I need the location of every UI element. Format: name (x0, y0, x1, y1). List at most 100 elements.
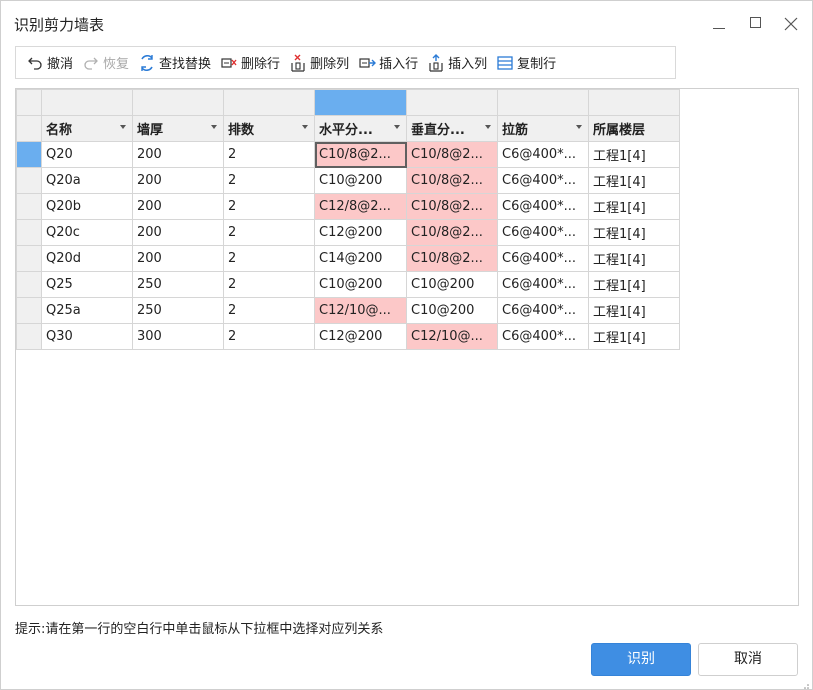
table-cell[interactable]: C6@400*... (497, 271, 589, 298)
table-cell[interactable]: 2 (223, 245, 315, 272)
delete-column-button[interactable]: 删除列 (285, 50, 353, 76)
insert-column-button[interactable]: 插入列 (423, 50, 491, 76)
table-row[interactable]: Q20d 200 2 C14@200 C10/8@2... C6@400*... 工程1[4… (16, 245, 680, 272)
table-cell[interactable]: 工程1[4] (588, 297, 680, 324)
column-selector-cell[interactable] (132, 89, 224, 116)
close-icon[interactable] (777, 11, 805, 37)
table-cell[interactable]: C12/10@... (314, 297, 407, 324)
table-row[interactable]: Q20c 200 2 C12@200 C10/8@2... C6@400*... 工程1[4… (16, 219, 680, 246)
table-cell[interactable]: 2 (223, 323, 315, 350)
table-cell[interactable]: Q20c (41, 219, 133, 246)
row-header[interactable] (16, 219, 42, 246)
table-cell[interactable]: 2 (223, 219, 315, 246)
column-header[interactable]: 垂直分... (406, 115, 498, 142)
table-cell[interactable]: C12/8@2... (314, 193, 407, 220)
dropdown-arrow-icon[interactable] (485, 125, 491, 129)
table-cell[interactable]: Q20a (41, 167, 133, 194)
insert-row-button[interactable]: 插入行 (354, 50, 422, 76)
table-cell[interactable]: C6@400*... (497, 141, 589, 168)
table-cell[interactable]: Q25 (41, 271, 133, 298)
table-cell[interactable]: C10@200 (406, 271, 498, 298)
table-cell[interactable]: Q20 (41, 141, 133, 168)
table-cell[interactable]: C6@400*... (497, 245, 589, 272)
dropdown-arrow-icon[interactable] (120, 125, 126, 129)
column-selector-cell[interactable] (314, 89, 407, 116)
table-cell[interactable]: 200 (132, 219, 224, 246)
table-cell[interactable]: 2 (223, 193, 315, 220)
cancel-button[interactable]: 取消 (698, 643, 798, 676)
table-cell[interactable]: 工程1[4] (588, 167, 680, 194)
row-header[interactable] (16, 167, 42, 194)
table-row[interactable]: Q20b 200 2 C12/8@2... C10/8@2... C6@400*... 工程… (16, 193, 680, 220)
table-cell[interactable]: 工程1[4] (588, 193, 680, 220)
table-cell[interactable]: C10@200 (314, 271, 407, 298)
maximize-icon[interactable] (742, 11, 770, 37)
table-cell[interactable]: Q20d (41, 245, 133, 272)
column-selector-cell[interactable] (41, 89, 133, 116)
column-header[interactable]: 拉筋 (497, 115, 589, 142)
column-header[interactable]: 墙厚 (132, 115, 224, 142)
table-cell[interactable]: 200 (132, 245, 224, 272)
table-cell[interactable]: C12/10@... (406, 323, 498, 350)
table-cell[interactable]: C6@400*... (497, 323, 589, 350)
table-cell[interactable]: C14@200 (314, 245, 407, 272)
column-header[interactable]: 排数 (223, 115, 315, 142)
table-cell[interactable]: C6@400*... (497, 167, 589, 194)
table-row[interactable]: Q25a 250 2 C12/10@... C10@200 C6@400*... 工程1[4… (16, 297, 680, 324)
table-cell[interactable]: C10/8@2... (406, 141, 498, 168)
table-cell[interactable]: 250 (132, 297, 224, 324)
minimize-icon[interactable] (705, 11, 733, 37)
table-cell[interactable]: 工程1[4] (588, 141, 680, 168)
dropdown-arrow-icon[interactable] (302, 125, 308, 129)
table-cell[interactable]: 300 (132, 323, 224, 350)
row-header[interactable] (16, 297, 42, 324)
table-cell[interactable]: 200 (132, 167, 224, 194)
row-header[interactable] (16, 245, 42, 272)
row-header[interactable] (16, 193, 42, 220)
recognize-button[interactable]: 识别 (591, 643, 691, 676)
table-cell[interactable]: C6@400*... (497, 219, 589, 246)
row-header[interactable] (16, 141, 42, 168)
table-cell[interactable]: 200 (132, 193, 224, 220)
table-cell[interactable]: C6@400*... (497, 297, 589, 324)
column-header[interactable]: 名称 (41, 115, 133, 142)
find-replace-button[interactable]: 查找替换 (134, 50, 215, 76)
table-cell[interactable]: C10/8@2... (406, 167, 498, 194)
column-selector-cell[interactable] (223, 89, 315, 116)
table-row[interactable]: Q20a 200 2 C10@200 C10/8@2... C6@400*... 工程1[4… (16, 167, 680, 194)
table-cell[interactable]: C10/8@2... (314, 141, 407, 168)
column-header[interactable]: 所属楼层 (588, 115, 680, 142)
table-cell[interactable]: 工程1[4] (588, 245, 680, 272)
redo-button[interactable]: 恢复 (78, 50, 133, 76)
table-cell[interactable]: 200 (132, 141, 224, 168)
table-cell[interactable]: 2 (223, 167, 315, 194)
resize-grip-icon[interactable] (801, 678, 809, 689)
table-row[interactable]: Q25 250 2 C10@200 C10@200 C6@400*... 工程1[4] (16, 271, 680, 298)
table-cell[interactable]: C12@200 (314, 219, 407, 246)
table-cell[interactable]: 2 (223, 141, 315, 168)
delete-row-button[interactable]: 删除行 (216, 50, 284, 76)
column-selector-cell[interactable] (588, 89, 680, 116)
column-header[interactable]: 水平分... (314, 115, 407, 142)
table-cell[interactable]: Q20b (41, 193, 133, 220)
table-cell[interactable]: C10/8@2... (406, 245, 498, 272)
table-cell[interactable]: 工程1[4] (588, 219, 680, 246)
table-row[interactable]: Q20 200 2 C10/8@2... C10/8@2... C6@400*... 工程1… (16, 141, 680, 168)
table-cell[interactable]: 250 (132, 271, 224, 298)
dropdown-arrow-icon[interactable] (211, 125, 217, 129)
table-cell[interactable]: 2 (223, 297, 315, 324)
table-cell[interactable]: C12@200 (314, 323, 407, 350)
dropdown-arrow-icon[interactable] (576, 125, 582, 129)
dropdown-arrow-icon[interactable] (394, 125, 400, 129)
table-cell[interactable]: Q30 (41, 323, 133, 350)
table-cell[interactable]: 2 (223, 271, 315, 298)
table-cell[interactable]: C10/8@2... (406, 193, 498, 220)
column-selector-cell[interactable] (406, 89, 498, 116)
table-cell[interactable]: C10@200 (314, 167, 407, 194)
copy-row-button[interactable]: 复制行 (492, 50, 560, 76)
table-cell[interactable]: C10/8@2... (406, 219, 498, 246)
table-cell[interactable]: 工程1[4] (588, 271, 680, 298)
table-cell[interactable]: C6@400*... (497, 193, 589, 220)
table-row[interactable]: Q30 300 2 C12@200 C12/10@... C6@400*... 工程1[4] (16, 323, 680, 350)
table-cell[interactable]: 工程1[4] (588, 323, 680, 350)
